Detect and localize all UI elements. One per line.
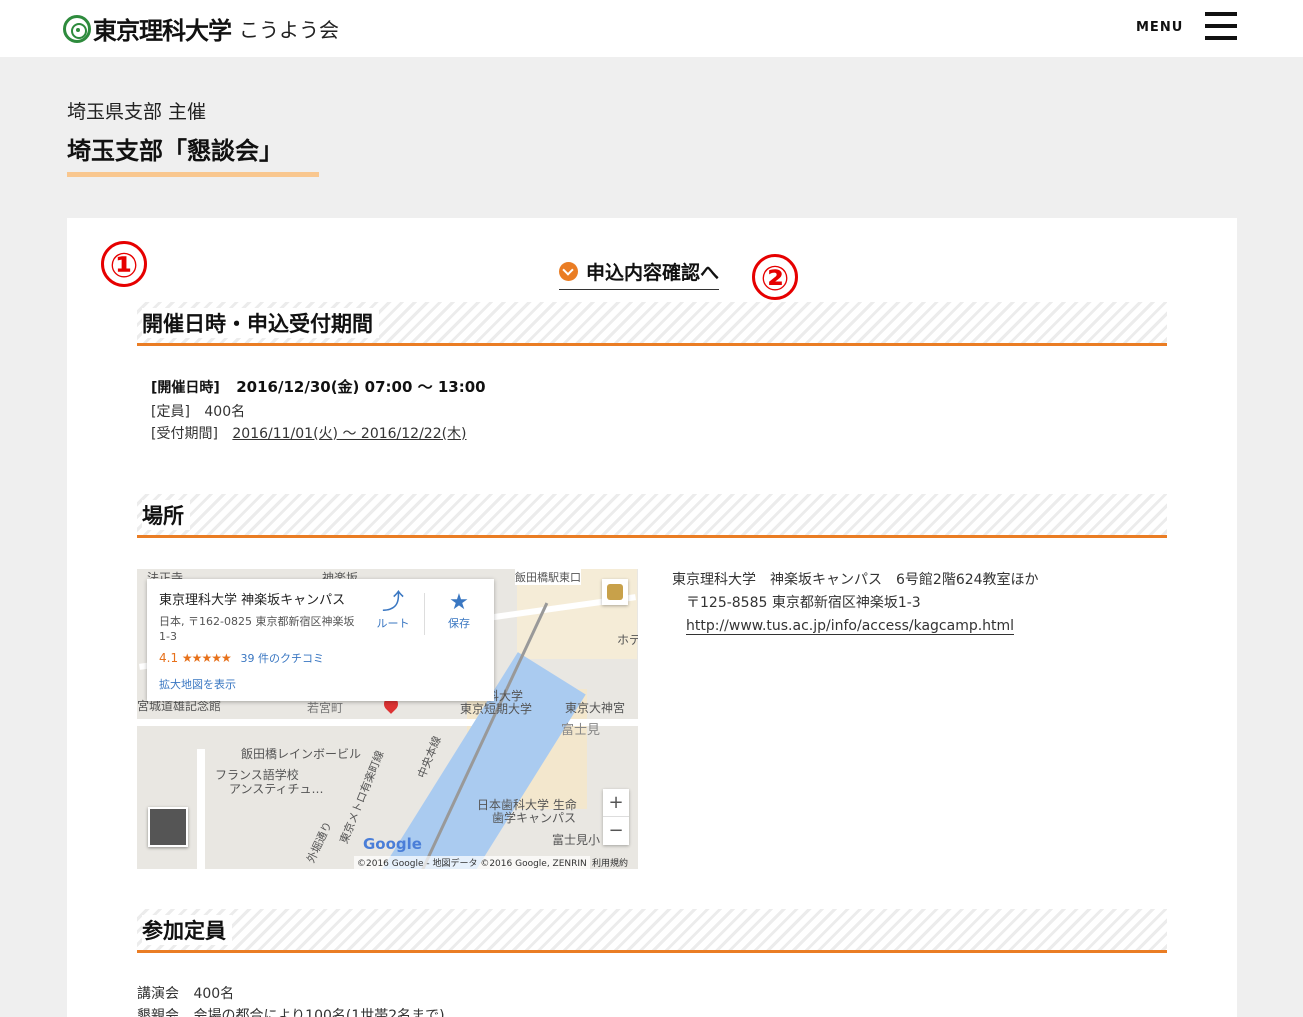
venue-postal-address: 〒125-8585 東京都新宿区神楽坂1-3 (686, 595, 921, 611)
logo-association-name: こうよう会 (239, 18, 339, 42)
confirm-application-link[interactable]: 申込内容確認へ (559, 258, 720, 290)
schedule-capacity-row: [定員] 400名 (151, 401, 245, 421)
map-label: 歯学キャンパス (492, 811, 577, 825)
capacity-details: 講演会 400名 懇親会 会場の都合により100名(1世帯2名まで) (137, 983, 445, 1017)
star-icon: ★ (449, 590, 469, 615)
map-label: 外堀通り (304, 819, 335, 865)
annotation-marker-1: ① (101, 241, 147, 287)
info-window-divider (424, 593, 425, 635)
site-logo[interactable]: 東京理科大学 こうよう会 (63, 11, 339, 46)
street-view-thumbnail[interactable] (602, 579, 628, 605)
title-underline (67, 172, 319, 177)
capacity-lecture-value: 400名 (193, 986, 235, 1002)
page-title: 埼玉支部「懇談会」 (67, 137, 283, 165)
capacity-social-label: 懇親会 (137, 1008, 179, 1017)
schedule-capacity-value: 400名 (204, 404, 246, 420)
rating-stars-icon: ★★★★★ (181, 651, 232, 665)
save-label: 保存 (448, 617, 470, 630)
capacity-lecture-label: 講演会 (137, 986, 179, 1002)
schedule-date-label: [開催日時] (151, 380, 220, 396)
event-organizer: 埼玉県支部 主催 (67, 101, 207, 123)
section-heading-schedule: 開催日時・申込受付期間 (137, 302, 1167, 346)
map-label: 東京大神宮 (565, 701, 626, 715)
map-label: ホテ (617, 633, 638, 647)
university-emblem-icon (63, 14, 91, 43)
site-header: 東京理科大学 こうよう会 MENU (0, 0, 1303, 57)
zoom-in-button[interactable]: + (603, 789, 629, 817)
annotation-marker-2: ② (752, 254, 798, 300)
capacity-social-row: 懇親会 会場の都合により100名(1世帯2名まで) (137, 1005, 445, 1017)
google-logo: Google (363, 835, 422, 853)
menu-label[interactable]: MENU (1136, 20, 1183, 35)
map-label: 若宮町 (307, 701, 344, 715)
schedule-date-value: 2016/12/30(金) 07:00 〜 13:00 (236, 378, 486, 396)
schedule-period-row: [受付期間] 2016/11/01(火) 〜 2016/12/22(木) (151, 423, 467, 443)
schedule-period-label: [受付期間] (151, 426, 218, 442)
map-credit: ©2016 Google - 地図データ ©2016 Google, ZENRI… (354, 856, 590, 869)
map-label: 飯田橋駅東口 (515, 569, 581, 585)
route-label: ルート (376, 617, 410, 630)
capacity-lecture-row: 講演会 400名 (137, 983, 445, 1005)
view-larger-map-link[interactable]: 拡大地図を表示 (159, 676, 236, 692)
zoom-control[interactable]: + − (603, 789, 629, 845)
map-label: 富士見 (561, 723, 601, 738)
venue-name: 東京理科大学 神楽坂キャンパス 6号館2階624教室ほか (672, 572, 1039, 588)
schedule-date-row: [開催日時] 2016/12/30(金) 07:00 〜 13:00 (151, 376, 486, 397)
zoom-out-button[interactable]: − (603, 817, 629, 845)
satellite-toggle[interactable] (148, 807, 188, 847)
section-heading-place: 場所 (137, 494, 1167, 538)
section-heading-capacity: 参加定員 (137, 909, 1167, 953)
map-place-name: 東京理科大学 神楽坂キャンパス (159, 593, 346, 608)
reviews-link[interactable]: 39 件のクチコミ (241, 652, 325, 665)
rating-value: 4.1 (159, 651, 179, 665)
map-info-window: 東京理科大学 神楽坂キャンパス 日本, 〒162-0825 東京都新宿区神楽坂1… (147, 579, 494, 701)
schedule-period-value: 2016/11/01(火) 〜 2016/12/22(木) (232, 426, 467, 442)
map-terms-link[interactable]: 利用規約 (592, 856, 628, 869)
google-map[interactable]: 法正寺 神楽坂 飯田橋駅東口 ホテ 宮城道雄記念館 若宮町 科大学 東京短期大学… (137, 569, 638, 869)
venue-access-link[interactable]: http://www.tus.ac.jp/info/access/kagcamp… (686, 618, 1015, 635)
capacity-social-value: 会場の都合により100名(1世帯2名まで) (193, 1008, 445, 1017)
map-road (197, 749, 205, 869)
map-place-rating: 4.1 ★★★★★ 39 件のクチコミ (159, 650, 324, 666)
chevron-down-circle-icon (559, 262, 578, 281)
map-label: 飯田橋レインボービル (241, 747, 362, 761)
map-label: 東京短期大学 (460, 702, 533, 716)
confirm-application-label: 申込内容確認へ (586, 262, 720, 284)
map-place-address: 日本, 〒162-0825 東京都新宿区神楽坂1-3 (159, 615, 355, 643)
logo-university-name: 東京理科大学 (93, 17, 232, 45)
map-label: 中央本線 (415, 734, 444, 781)
directions-icon: ⤴ (381, 590, 404, 615)
map-label: アンスティチュ… (229, 782, 324, 796)
hamburger-menu-icon[interactable] (1205, 12, 1237, 40)
map-label: 東京メトロ有楽町線 (337, 748, 387, 846)
route-button[interactable]: ⤴ ルート (368, 591, 418, 631)
venue-address: 東京理科大学 神楽坂キャンパス 6号館2階624教室ほか 〒125-8585 東… (672, 569, 1039, 638)
map-label: 富士見小 (552, 833, 601, 847)
schedule-capacity-label: [定員] (151, 404, 190, 420)
save-button[interactable]: ★ 保存 (434, 591, 484, 631)
